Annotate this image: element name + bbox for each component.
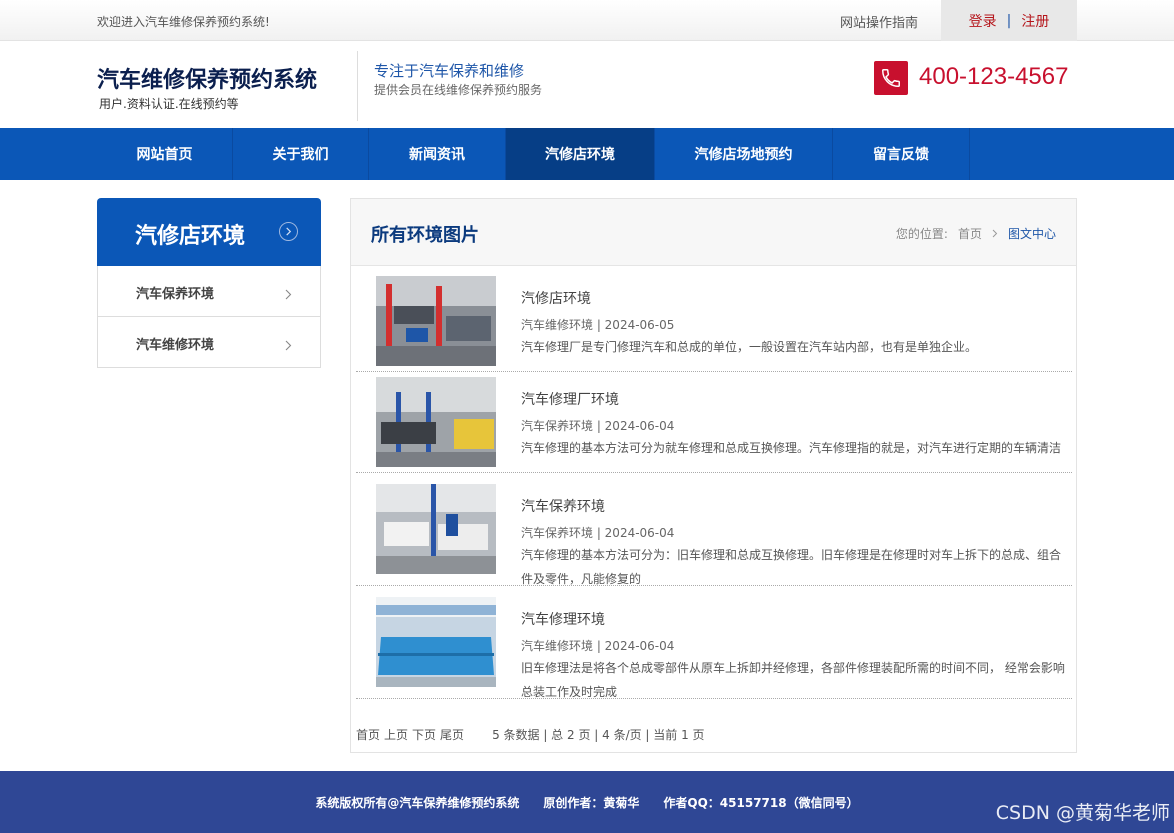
entry-thumbnail[interactable] [376, 597, 496, 687]
pagination: 首页 上页 下页 尾页 5 条数据 | 总 2 页 | 4 条/页 | 当前 1… [356, 726, 705, 743]
circle-arrow-icon [279, 222, 298, 241]
slogan-sub: 提供会员在线维修保养预约服务 [374, 83, 543, 97]
pager-next[interactable]: 下页 [412, 726, 436, 743]
entry-desc: 旧车修理法是将各个总成零部件从原车上拆卸并经修理，各部件修理装配所需的时间不同，… [521, 661, 1065, 699]
nav-about[interactable]: 关于我们 [233, 128, 369, 180]
entry-meta: 汽车保养环境 | 2024-06-04 [521, 526, 675, 540]
chevron-right-icon [285, 285, 292, 304]
entry-thumbnail[interactable] [376, 484, 496, 574]
header-divider [357, 51, 358, 121]
welcome-text: 欢迎进入汽车维修保养预约系统! [97, 15, 270, 29]
entry-desc: 汽车修理的基本方法可分为：旧车修理和总成互换修理。旧车修理是在修理时对车上拆下的… [521, 548, 1062, 586]
breadcrumb-home[interactable]: 首页 [958, 225, 982, 242]
slogan: 专注于汽车保养和维修 [374, 62, 525, 80]
top-bar: 欢迎进入汽车维修保养预约系统! 网站操作指南 登录 | 注册 [0, 0, 1174, 41]
sidebar-header: 汽修店环境 [97, 198, 321, 266]
entry-desc: 汽车修理的基本方法可分为就车修理和总成互换修理。汽车修理指的就是，对汽车进行定期… [521, 441, 1062, 455]
site-subtitle: 用户.资料认证.在线预约等 [99, 97, 239, 111]
phone-icon [874, 61, 908, 95]
pager-info: 5 条数据 | 总 2 页 | 4 条/页 | 当前 1 页 [492, 728, 705, 742]
main-nav: 网站首页 关于我们 新闻资讯 汽修店环境 汽修店场地预约 留言反馈 [0, 128, 1174, 180]
hotline-number: 400-123-4567 [919, 63, 1069, 90]
pager-prev[interactable]: 上页 [384, 726, 408, 743]
chevron-right-icon [992, 229, 998, 238]
list-item: 汽修店环境 汽车维修环境 | 2024-06-05 汽车修理厂是专门修理汽车和总… [356, 266, 1072, 372]
sidebar-item-repair[interactable]: 汽车维修环境 [97, 317, 321, 368]
entry-thumbnail[interactable] [376, 377, 496, 467]
panel-title: 所有环境图片 [371, 225, 479, 246]
environment-list: 汽修店环境 汽车维修环境 | 2024-06-05 汽车修理厂是专门修理汽车和总… [356, 266, 1072, 699]
entry-meta: 汽车保养环境 | 2024-06-04 [521, 419, 675, 433]
entry-desc: 汽车修理厂是专门修理汽车和总成的单位，一般设置在汽车站内部，也有是单独企业。 [521, 340, 978, 354]
login-link[interactable]: 登录 [969, 11, 997, 31]
sidebar-item-maintenance[interactable]: 汽车保养环境 [97, 266, 321, 317]
auth-separator: | [1006, 12, 1012, 29]
sidebar-item-label: 汽车保养环境 [136, 287, 215, 302]
watermark: CSDN @黄菊华老师 [995, 802, 1170, 824]
breadcrumb-current[interactable]: 图文中心 [1008, 225, 1056, 242]
sidebar-item-label: 汽车维修环境 [136, 338, 215, 353]
entry-title[interactable]: 汽车保养环境 [521, 496, 605, 516]
entry-title[interactable]: 汽车修理厂环境 [521, 389, 619, 409]
entry-meta: 汽车维修环境 | 2024-06-05 [521, 318, 675, 332]
entry-title[interactable]: 汽修店环境 [521, 288, 591, 308]
pager-first[interactable]: 首页 [356, 726, 380, 743]
entry-thumbnail[interactable] [376, 276, 496, 366]
panel-header: 所有环境图片 您的位置: 首页 图文中心 [351, 199, 1076, 266]
list-item: 汽车修理厂环境 汽车保养环境 | 2024-06-04 汽车修理的基本方法可分为… [356, 372, 1072, 473]
site-guide-link[interactable]: 网站操作指南 [840, 12, 918, 31]
nav-environment[interactable]: 汽修店环境 [506, 128, 655, 180]
nav-feedback[interactable]: 留言反馈 [833, 128, 970, 180]
entry-meta: 汽车维修环境 | 2024-06-04 [521, 639, 675, 653]
nav-home[interactable]: 网站首页 [97, 128, 233, 180]
sidebar-title: 汽修店环境 [135, 224, 246, 249]
site-title[interactable]: 汽车维修保养预约系统 [97, 62, 317, 94]
entry-title[interactable]: 汽车修理环境 [521, 609, 605, 629]
breadcrumb-prefix: 您的位置: [895, 227, 948, 241]
main-panel: 所有环境图片 您的位置: 首页 图文中心 汽修店环境 汽车维修环境 | 2024… [350, 198, 1077, 753]
list-item: 汽车保养环境 汽车保养环境 | 2024-06-04 汽车修理的基本方法可分为：… [356, 473, 1072, 586]
auth-links: 登录 | 注册 [941, 0, 1077, 41]
sidebar: 汽修店环境 汽车保养环境 汽车维修环境 [97, 198, 321, 368]
breadcrumb: 您的位置: 首页 图文中心 [896, 225, 1056, 242]
chevron-right-icon [285, 336, 292, 355]
site-footer: 系统版权所有@汽车保养维修预约系统 原创作者：黄菊华 作者QQ：45157718… [0, 771, 1174, 833]
register-link[interactable]: 注册 [1021, 11, 1049, 31]
site-header: 汽车维修保养预约系统 用户.资料认证.在线预约等 专注于汽车保养和维修 提供会员… [0, 41, 1174, 128]
nav-news[interactable]: 新闻资讯 [369, 128, 506, 180]
nav-site-booking[interactable]: 汽修店场地预约 [655, 128, 833, 180]
pager-last[interactable]: 尾页 [440, 726, 464, 743]
list-item: 汽车修理环境 汽车维修环境 | 2024-06-04 旧车修理法是将各个总成零部… [356, 586, 1072, 699]
